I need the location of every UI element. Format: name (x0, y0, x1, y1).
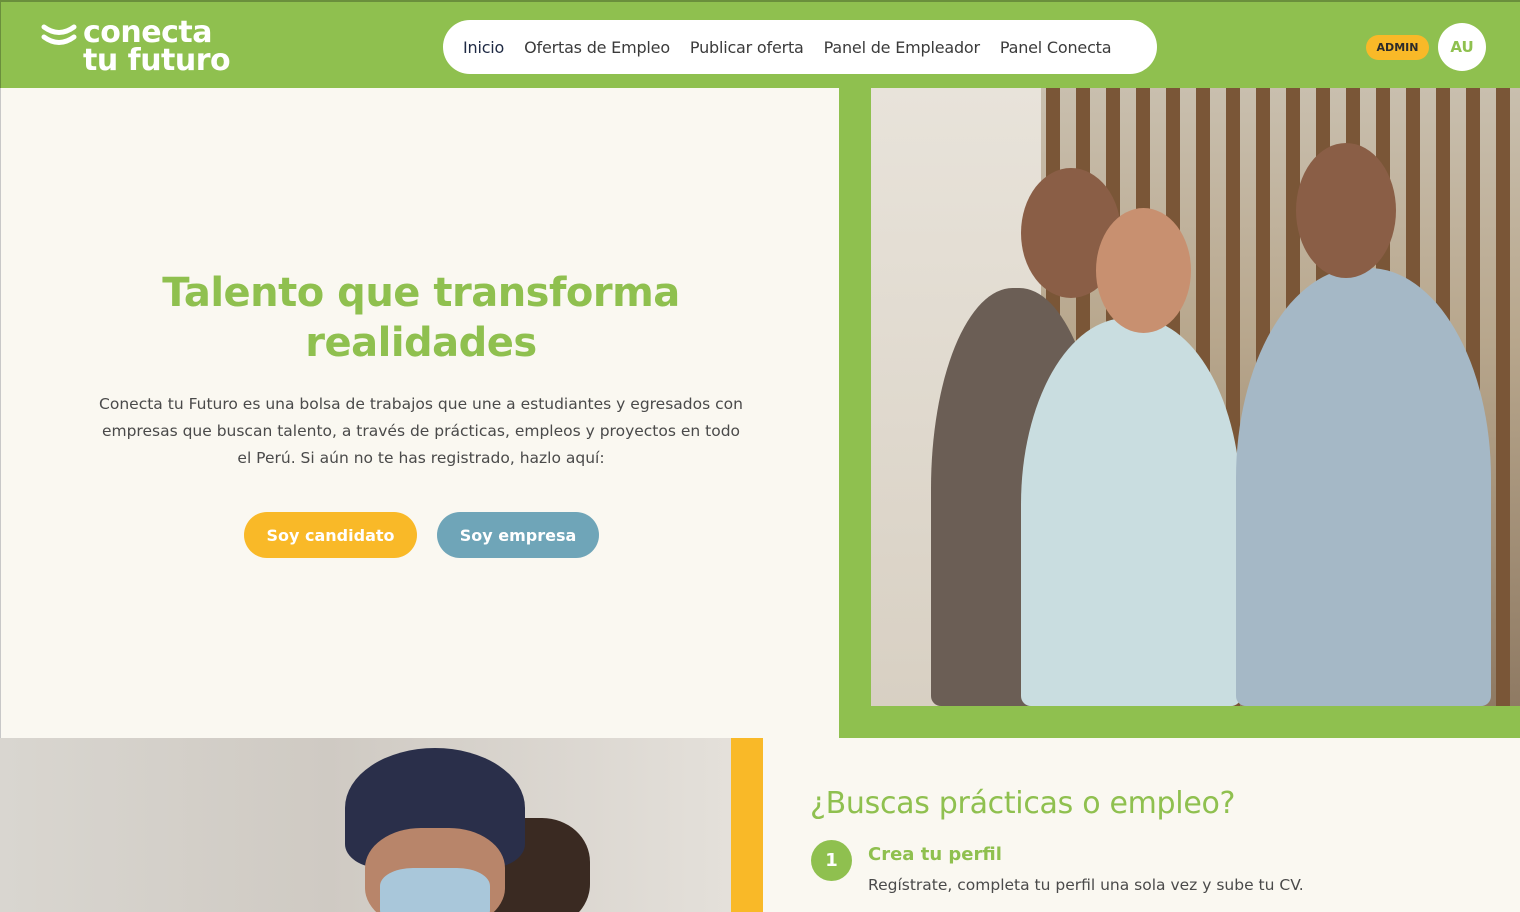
logo-text-line2: tu futuro (83, 43, 231, 78)
nav-item-publicar-oferta[interactable]: Publicar oferta (690, 38, 804, 57)
smile-logo-icon (41, 24, 77, 45)
yellow-accent-bar (731, 738, 763, 912)
hero-title: Talento que transforma realidades (162, 270, 680, 366)
person-center-head (1096, 208, 1191, 333)
top-bar: conecta tu futuro Inicio Ofertas de Empl… (0, 0, 1520, 88)
wood-slat (1496, 88, 1510, 706)
photo-mask (380, 868, 490, 912)
dentist-photo (0, 738, 731, 912)
hero-description: Conecta tu Futuro es una bolsa de trabaj… (99, 395, 743, 467)
nav-item-inicio[interactable]: Inicio (463, 38, 504, 57)
person-right (1236, 268, 1491, 706)
company-button[interactable]: Soy empresa (437, 512, 599, 558)
person-center (1021, 318, 1241, 706)
step-number-badge: 1 (811, 840, 852, 881)
main-nav: Inicio Ofertas de Empleo Publicar oferta… (443, 20, 1157, 74)
person-right-head (1296, 143, 1396, 278)
team-photo (871, 88, 1520, 706)
step-title: Crea tu perfil (868, 844, 1002, 865)
admin-badge: ADMIN (1366, 35, 1429, 60)
nav-item-panel-empleador[interactable]: Panel de Empleador (824, 38, 980, 57)
nav-item-ofertas-empleo[interactable]: Ofertas de Empleo (524, 38, 670, 57)
nav-item-panel-conecta[interactable]: Panel Conecta (1000, 38, 1112, 57)
hero-section: Talento que transforma realidades Conect… (0, 88, 839, 738)
step-description: Regístrate, completa tu perfil una sola … (868, 876, 1304, 894)
candidate-button[interactable]: Soy candidato (244, 512, 417, 558)
user-avatar[interactable]: AU (1438, 23, 1486, 71)
steps-title: ¿Buscas prácticas o empleo? (810, 786, 1236, 821)
